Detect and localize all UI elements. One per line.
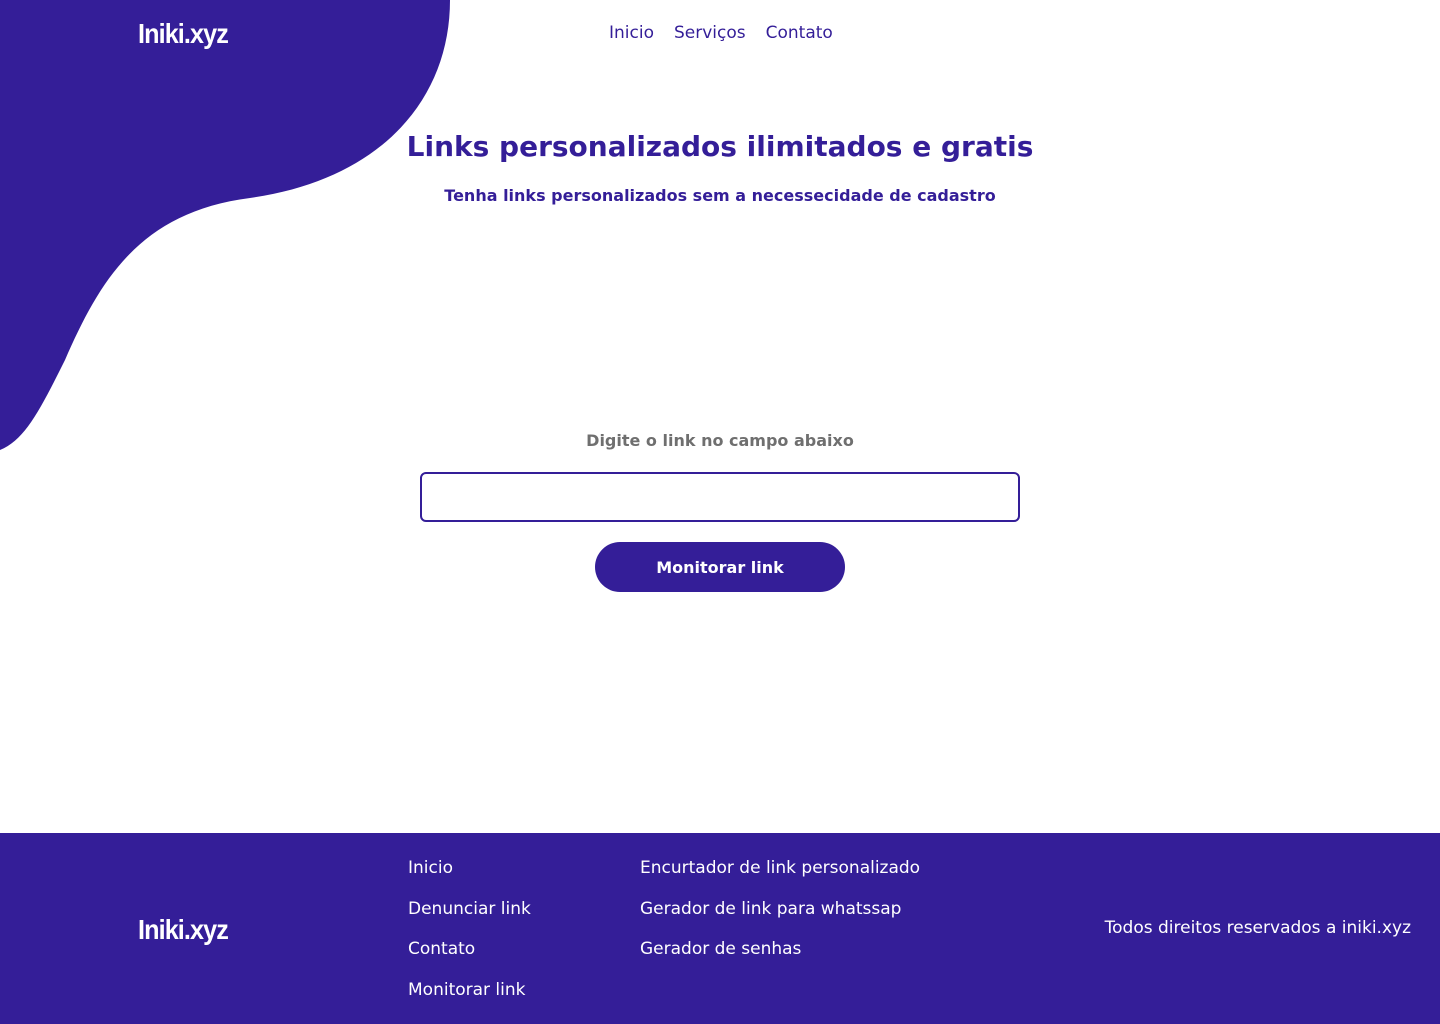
footer-links-main: Inicio Denunciar link Contato Monitorar … bbox=[408, 857, 531, 1019]
nav-link-contato[interactable]: Contato bbox=[766, 22, 833, 44]
link-input[interactable] bbox=[420, 472, 1020, 522]
footer-links-services: Encurtador de link personalizado Gerador… bbox=[640, 857, 920, 979]
nav-link-inicio[interactable]: Inicio bbox=[609, 22, 654, 44]
main-nav: Inicio Serviços Contato bbox=[609, 22, 833, 44]
link-field-label: Digite o link no campo abaixo bbox=[586, 431, 854, 450]
footer-link-whatsapp[interactable]: Gerador de link para whatssap bbox=[640, 898, 920, 920]
site-logo[interactable]: Iniki.xyz bbox=[138, 20, 229, 48]
footer-link-senhas[interactable]: Gerador de senhas bbox=[640, 938, 920, 960]
copyright-text: Todos direitos reservados a iniki.xyz bbox=[1104, 918, 1411, 938]
footer-link-encurtador[interactable]: Encurtador de link personalizado bbox=[640, 857, 920, 879]
decorative-blob bbox=[0, 0, 450, 450]
footer: Iniki.xyz Inicio Denunciar link Contato … bbox=[0, 833, 1440, 1024]
hero-subtitle: Tenha links personalizados sem a necesse… bbox=[444, 186, 996, 205]
footer-link-contato[interactable]: Contato bbox=[408, 938, 531, 960]
footer-link-monitorar[interactable]: Monitorar link bbox=[408, 979, 531, 1001]
footer-link-denunciar[interactable]: Denunciar link bbox=[408, 898, 531, 920]
footer-link-inicio[interactable]: Inicio bbox=[408, 857, 531, 879]
hero-title: Links personalizados ilimitados e gratis bbox=[406, 130, 1034, 163]
monitor-link-button[interactable]: Monitorar link bbox=[595, 542, 845, 592]
nav-link-servicos[interactable]: Serviços bbox=[674, 22, 746, 44]
footer-logo[interactable]: Iniki.xyz bbox=[138, 916, 229, 944]
